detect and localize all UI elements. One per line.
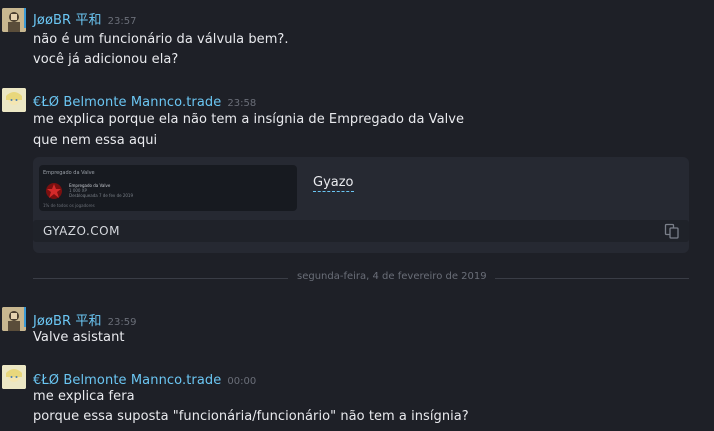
message-line: você já adicionou ela? <box>33 52 179 67</box>
online-indicator <box>24 8 26 28</box>
divider-line <box>33 278 288 279</box>
valve-badge-icon <box>45 182 63 200</box>
thumb-title: Empregado da Valve <box>43 170 95 176</box>
message-line: porque essa suposta "funcionária/funcion… <box>33 409 469 424</box>
message-header: €ŁØ Belmonte Mannco.trade 23:58 <box>33 91 256 110</box>
username[interactable]: JøøBR 平和 <box>33 314 102 329</box>
timestamp: 23:58 <box>227 98 257 109</box>
timestamp: 00:00 <box>227 376 257 387</box>
copy-icon[interactable] <box>663 222 681 240</box>
avatar[interactable] <box>2 307 26 331</box>
message-line: me explica porque ela não tem a insígnia… <box>33 112 465 127</box>
message-header: €ŁØ Belmonte Mannco.trade 00:00 <box>33 369 256 388</box>
avatar[interactable] <box>2 88 26 112</box>
date-divider: segunda-feira, 4 de fevereiro de 2019 <box>33 271 689 282</box>
online-indicator <box>24 307 26 327</box>
message-line: Valve asistant <box>33 330 125 345</box>
username[interactable]: €ŁØ Belmonte Mannco.trade <box>33 95 221 110</box>
username[interactable]: €ŁØ Belmonte Mannco.trade <box>33 373 221 388</box>
message-header: JøøBR 平和 23:57 <box>33 9 136 28</box>
thumb-text: 1% de todos os jogadores <box>43 203 95 208</box>
avatar[interactable] <box>2 8 26 32</box>
divider-line <box>495 278 689 279</box>
link-embed: Empregado da Valve Empregado da Valve 1 … <box>33 157 689 253</box>
divider-date: segunda-feira, 4 de fevereiro de 2019 <box>297 271 487 282</box>
embed-link-bar[interactable]: GYAZO.COM <box>33 220 689 242</box>
embed-thumbnail[interactable]: Empregado da Valve Empregado da Valve 1 … <box>39 165 297 211</box>
avatar[interactable] <box>2 365 26 389</box>
timestamp: 23:59 <box>107 317 137 328</box>
thumb-text: Desbloqueada 7 de fev de 2019 <box>69 193 134 198</box>
embed-provider-link[interactable]: Gyazo <box>313 175 354 192</box>
embed-domain[interactable]: GYAZO.COM <box>43 224 120 238</box>
username[interactable]: JøøBR 平和 <box>33 13 102 28</box>
timestamp: 23:57 <box>107 16 137 27</box>
message-header: JøøBR 平和 23:59 <box>33 310 136 329</box>
message-line: que nem essa aqui <box>33 133 158 148</box>
message-line: me explica fera <box>33 389 135 404</box>
message-line: não é um funcionário da válvula bem?. <box>33 32 289 47</box>
